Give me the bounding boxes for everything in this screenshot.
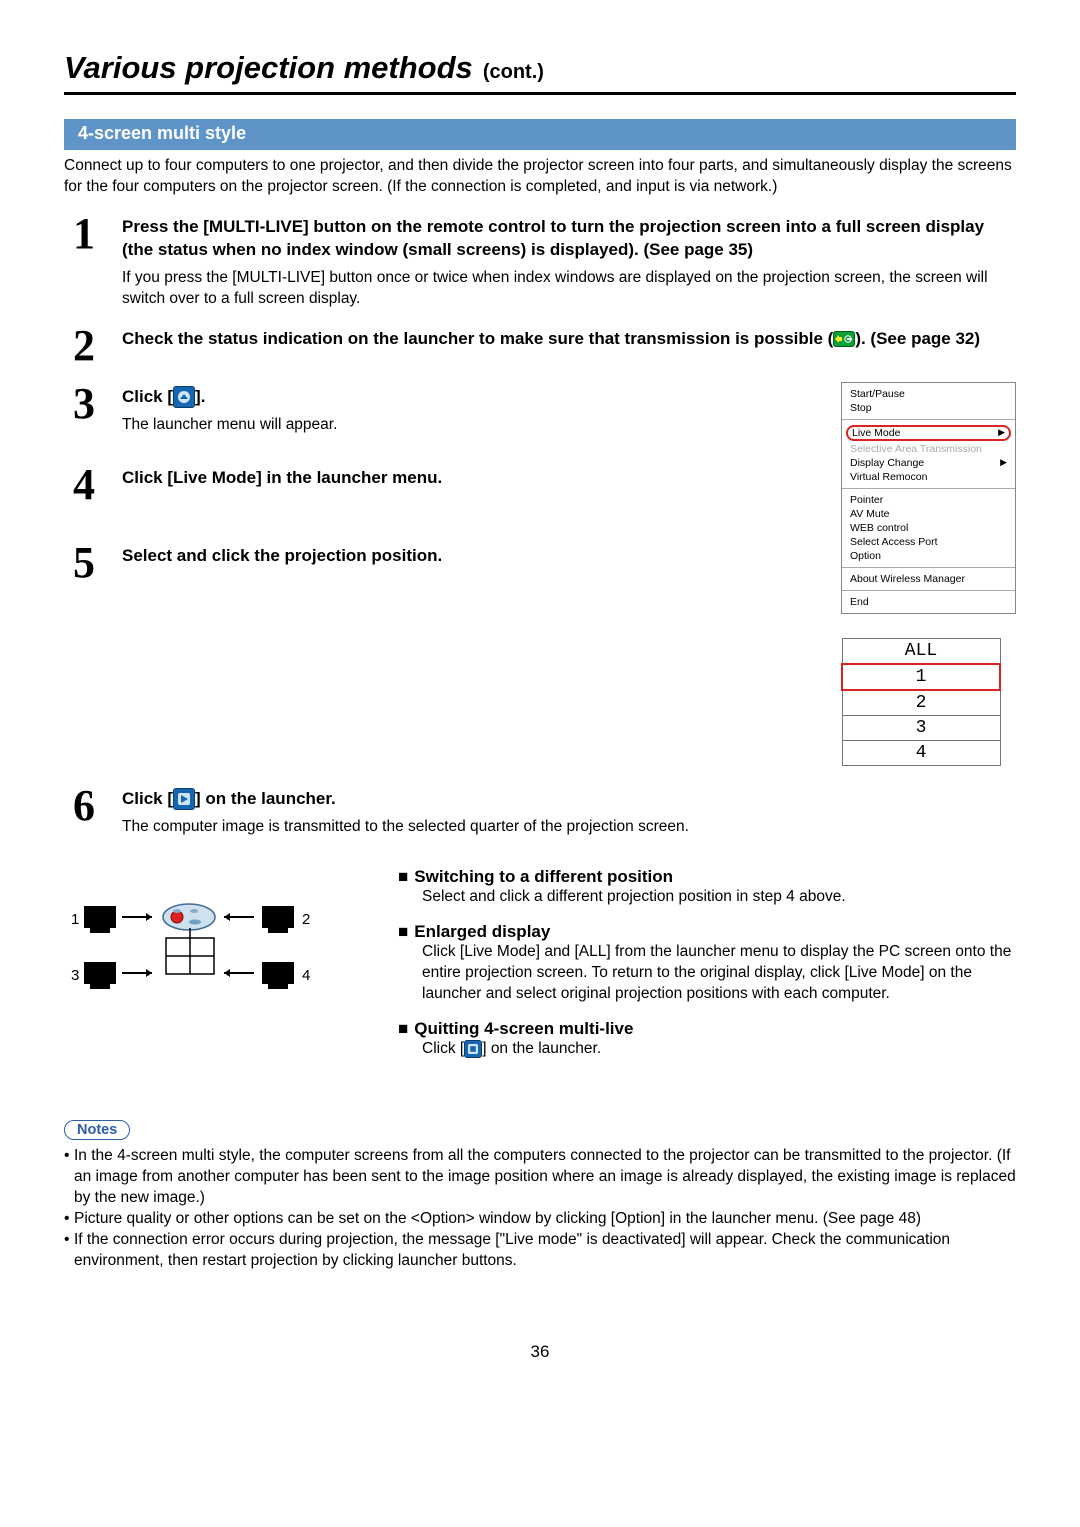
square-bullet-icon: ■	[398, 867, 408, 887]
section-bar: 4-screen multi style	[64, 119, 1016, 150]
menu-item[interactable]: Start/Pause	[842, 387, 1015, 401]
menu-item[interactable]: AV Mute	[842, 507, 1015, 521]
step-6: 6 Click [ ] on the launcher. The compute…	[64, 784, 1016, 838]
diag-label-1: 1	[71, 911, 79, 928]
subsection-switching: ■Switching to a different position Selec…	[388, 867, 1016, 908]
title-sub: (cont.)	[483, 61, 544, 84]
step-number: 5	[64, 541, 104, 585]
note-item: Picture quality or other options can be …	[64, 1209, 1016, 1230]
title-main: Various projection methods	[64, 50, 473, 86]
step-3: 3 Click [ ]. The launcher menu will appe…	[64, 382, 817, 436]
step-head-b: ] on the launcher.	[195, 789, 336, 808]
step-desc: The launcher menu will appear.	[122, 415, 817, 436]
step-number: 3	[64, 382, 104, 436]
four-screen-diagram: 1 2 3	[64, 894, 364, 1019]
menu-item[interactable]: End	[842, 595, 1015, 609]
step-number: 6	[64, 784, 104, 838]
step-number: 1	[64, 212, 104, 310]
chevron-right-icon: ▶	[1000, 457, 1007, 468]
page-number: 36	[64, 1342, 1016, 1362]
diag-label-2: 2	[302, 911, 310, 928]
step-head-a: Click [	[122, 387, 173, 406]
menu-item[interactable]: About Wireless Manager	[842, 572, 1015, 586]
step-head: Press the [MULTI-LIVE] button on the rem…	[122, 216, 1016, 262]
step-head: Click [Live Mode] in the launcher menu.	[122, 467, 817, 490]
launcher-menu: Start/Pause Stop Live Mode ▶ Selective A…	[841, 382, 1016, 614]
step-head: Select and click the projection position…	[122, 545, 817, 568]
position-2[interactable]: 2	[842, 690, 1000, 716]
position-4[interactable]: 4	[842, 740, 1000, 765]
diag-label-3: 3	[71, 967, 79, 984]
position-3[interactable]: 3	[842, 715, 1000, 740]
step-head-b: ). (See page 32)	[855, 329, 980, 348]
square-bullet-icon: ■	[398, 922, 408, 942]
position-1[interactable]: 1	[842, 664, 1000, 690]
menu-item[interactable]: Display Change ▶	[842, 456, 1015, 470]
step-desc: The computer image is transmitted to the…	[122, 817, 1016, 838]
subsection-enlarged: ■Enlarged display Click [Live Mode] and …	[388, 922, 1016, 1005]
intro-text: Connect up to four computers to one proj…	[64, 156, 1016, 198]
play-icon	[173, 788, 195, 810]
position-table: ALL 1 2 3 4	[841, 638, 1001, 766]
menu-item[interactable]: Select Access Port	[842, 535, 1015, 549]
menu-item: Selective Area Transmission	[842, 442, 1015, 456]
diag-label-4: 4	[302, 967, 310, 984]
transmission-ready-icon	[833, 331, 855, 347]
menu-item[interactable]: Pointer	[842, 493, 1015, 507]
note-item: If the connection error occurs during pr…	[64, 1230, 1016, 1272]
position-all[interactable]: ALL	[842, 638, 1000, 664]
stop-icon	[464, 1040, 482, 1058]
menu-item[interactable]: Option	[842, 549, 1015, 563]
menu-item[interactable]: WEB control	[842, 521, 1015, 535]
step-head-a: Check the status indication on the launc…	[122, 329, 833, 348]
notes-list: In the 4-screen multi style, the compute…	[64, 1146, 1016, 1272]
step-head: Click [ ] on the launcher.	[122, 788, 1016, 811]
notes-label: Notes	[64, 1120, 130, 1140]
step-number: 2	[64, 324, 104, 368]
menu-item[interactable]: Stop	[842, 401, 1015, 415]
step-head-a: Click [	[122, 789, 173, 808]
step-5: 5 Select and click the projection positi…	[64, 541, 817, 585]
page-title: Various projection methods (cont.)	[64, 50, 1016, 95]
step-head: Click [ ].	[122, 386, 817, 409]
square-bullet-icon: ■	[398, 1019, 408, 1039]
menu-item-live-mode[interactable]: Live Mode ▶	[846, 425, 1011, 441]
launcher-menu-icon	[173, 386, 195, 408]
menu-item[interactable]: Virtual Remocon	[842, 470, 1015, 484]
step-head: Check the status indication on the launc…	[122, 328, 1016, 351]
step-4: 4 Click [Live Mode] in the launcher menu…	[64, 463, 817, 507]
chevron-right-icon: ▶	[998, 427, 1005, 438]
step-1: 1 Press the [MULTI-LIVE] button on the r…	[64, 212, 1016, 310]
step-number: 4	[64, 463, 104, 507]
subsection-quit: ■Quitting 4-screen multi-live Click [ ] …	[388, 1019, 1016, 1060]
step-desc: If you press the [MULTI-LIVE] button onc…	[122, 268, 1016, 310]
note-item: In the 4-screen multi style, the compute…	[64, 1146, 1016, 1209]
diagram-and-subsections: 1 2 3	[64, 853, 1016, 1060]
step-2: 2 Check the status indication on the lau…	[64, 324, 1016, 368]
side-illustrations: Start/Pause Stop Live Mode ▶ Selective A…	[841, 382, 1016, 766]
step-head-b: ].	[195, 387, 205, 406]
